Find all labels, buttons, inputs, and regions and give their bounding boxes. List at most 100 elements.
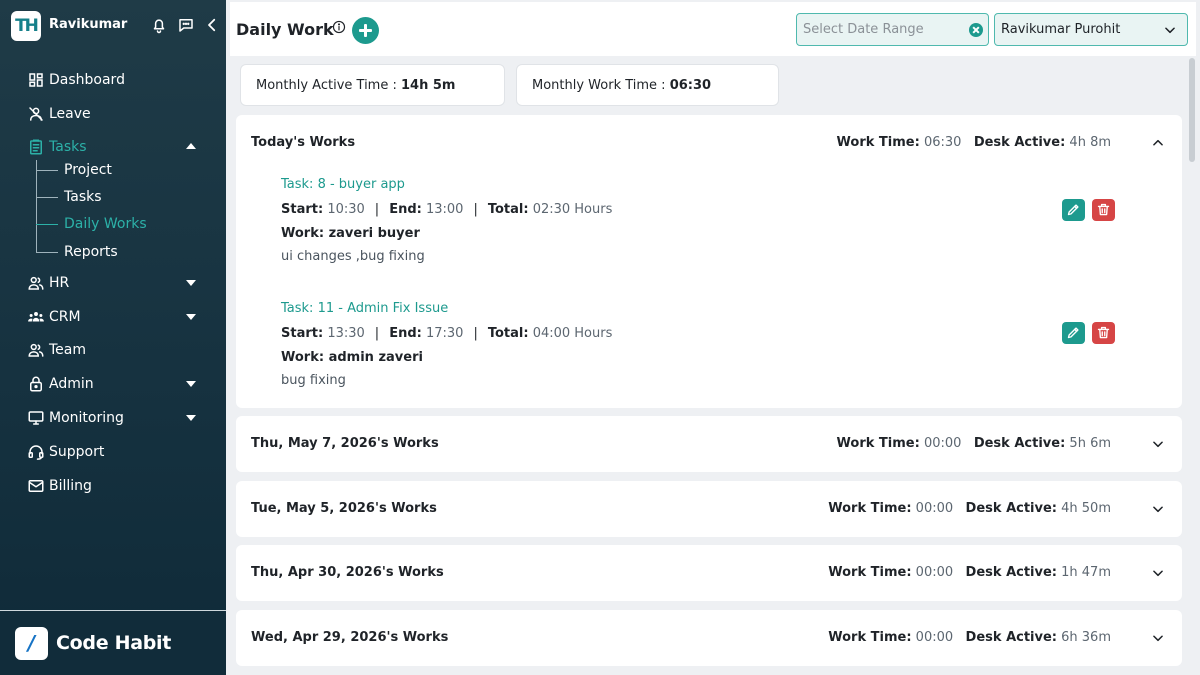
submenu-item-label: Reports <box>64 244 118 260</box>
sidebar-item-team[interactable]: Team <box>0 337 226 363</box>
delete-task-button[interactable] <box>1092 322 1115 344</box>
add-work-button[interactable] <box>352 17 379 44</box>
sidebar-item-dashboard[interactable]: Dashboard <box>0 67 226 93</box>
sidebar-item-billing[interactable]: Billing <box>0 473 226 499</box>
page-header: Daily Work Ravikumar Purohit <box>230 2 1196 56</box>
day-works-card[interactable]: Wed, Apr 29, 2026's Works Work Time: 00:… <box>236 610 1182 666</box>
leave-icon <box>27 105 45 123</box>
clear-date-icon[interactable] <box>969 23 983 37</box>
edit-task-button[interactable] <box>1062 322 1085 344</box>
day-works-summary: Work Time: 00:00 Desk Active: 1h 47m <box>828 565 1111 580</box>
trash-icon <box>1097 326 1110 339</box>
submenu-item-reports[interactable]: Reports <box>36 242 216 262</box>
sidebar-item-leave[interactable]: Leave <box>0 101 226 127</box>
sidebar-item-label: CRM <box>49 309 81 325</box>
sidebar-item-label: Billing <box>49 478 92 494</box>
day-works-summary: Work Time: 00:00 Desk Active: 5h 6m <box>836 436 1111 451</box>
chevron-up-icon[interactable] <box>1151 136 1165 150</box>
sidebar-item-hr[interactable]: HR <box>0 270 226 296</box>
day-works-title: Tue, May 5, 2026's Works <box>251 501 437 516</box>
day-works-card[interactable]: Tue, May 5, 2026's Works Work Time: 00:0… <box>236 481 1182 537</box>
bell-icon[interactable] <box>150 16 168 34</box>
task-times: Start: 10:30 | End: 13:00 | Total: 02:30 Hou… <box>281 202 613 217</box>
submenu-item-label: Daily Works <box>64 216 147 232</box>
sidebar-item-monitoring[interactable]: Monitoring <box>0 405 226 431</box>
delete-task-button[interactable] <box>1092 199 1115 221</box>
caret-down-icon <box>186 280 196 286</box>
task-entry: Task: 8 - buyer app Start: 10:30 | End: 13… <box>281 177 1101 267</box>
chevron-down-icon[interactable] <box>1151 502 1165 516</box>
user-select-value: Ravikumar Purohit <box>1001 22 1121 37</box>
brand-logo-icon: / <box>15 627 48 660</box>
app-logo[interactable]: TH <box>11 11 41 41</box>
monthly-active-time-card: Monthly Active Time : 14h 5m <box>240 64 505 106</box>
chevron-down-icon[interactable] <box>1151 437 1165 451</box>
submenu-item-daily-works[interactable]: Daily Works <box>36 214 216 234</box>
sidebar-item-label: HR <box>49 275 70 291</box>
task-description: ui changes ,bug fixing <box>281 249 425 264</box>
monthly-work-time-card: Monthly Work Time : 06:30 <box>516 64 779 106</box>
edit-task-button[interactable] <box>1062 199 1085 221</box>
scrollbar-thumb[interactable] <box>1189 58 1195 162</box>
today-works-card: Today's Works Work Time: 06:30 Desk Acti… <box>236 115 1182 408</box>
day-works-title: Thu, May 7, 2026's Works <box>251 436 439 451</box>
team-icon <box>27 341 45 359</box>
sidebar-item-label: Admin <box>49 376 94 392</box>
date-range-picker[interactable] <box>796 13 989 46</box>
sidebar-header: TH Ravikumar <box>0 0 226 52</box>
task-work-title: Work: zaveri buyer <box>281 226 420 241</box>
day-works-summary: Work Time: 00:00 Desk Active: 4h 50m <box>828 501 1111 516</box>
work-time-value: 06:30 <box>923 135 962 150</box>
pencil-icon <box>1067 327 1079 339</box>
info-icon[interactable] <box>332 20 346 34</box>
logo-text: TH <box>15 16 39 36</box>
chevron-down-icon <box>1163 23 1177 37</box>
task-name-link[interactable]: Task: 8 - buyer app <box>281 177 405 192</box>
billing-icon <box>27 477 45 495</box>
day-works-card[interactable]: Thu, May 7, 2026's Works Work Time: 00:0… <box>236 416 1182 472</box>
caret-up-icon <box>186 143 196 149</box>
submenu-item-tasks[interactable]: Tasks <box>36 187 216 207</box>
sidebar-user-name: Ravikumar <box>49 17 128 32</box>
chevron-down-icon[interactable] <box>1151 566 1165 580</box>
sidebar-item-crm[interactable]: CRM <box>0 304 226 330</box>
content-scrollbar[interactable] <box>1188 58 1196 666</box>
sidebar: TH Ravikumar Dashboard Leave Tasks Proje… <box>0 0 226 675</box>
trash-icon <box>1097 203 1110 216</box>
day-works-title: Wed, Apr 29, 2026's Works <box>251 630 449 645</box>
dashboard-icon <box>27 71 45 89</box>
user-select[interactable]: Ravikumar Purohit <box>994 13 1188 46</box>
desk-active-value: 4h 8m <box>1069 135 1111 150</box>
sidebar-item-admin[interactable]: Admin <box>0 371 226 397</box>
sidebar-item-tasks[interactable]: Tasks <box>0 134 226 160</box>
monthly-active-value: 14h 5m <box>401 78 456 93</box>
crm-icon <box>27 308 45 326</box>
caret-down-icon <box>186 415 196 421</box>
main-content: Daily Work Ravikumar Purohit Monthly Act… <box>226 0 1200 675</box>
admin-lock-icon <box>27 375 45 393</box>
submenu-item-label: Tasks <box>64 189 102 205</box>
sidebar-footer: / Code Habit <box>0 610 226 675</box>
caret-down-icon <box>186 381 196 387</box>
brand-logo-text: / <box>27 631 36 655</box>
sidebar-item-support[interactable]: Support <box>0 439 226 465</box>
sidebar-item-label: Tasks <box>49 139 87 155</box>
tasks-icon <box>27 138 45 156</box>
submenu-item-project[interactable]: Project <box>36 160 216 180</box>
date-range-input[interactable] <box>803 20 963 38</box>
chat-icon[interactable] <box>177 16 195 34</box>
chevron-down-icon[interactable] <box>1151 631 1165 645</box>
task-work-title: Work: admin zaveri <box>281 350 423 365</box>
task-times: Start: 13:30 | End: 17:30 | Total: 04:00 Hou… <box>281 326 613 341</box>
monthly-work-label: Monthly Work Time : <box>532 78 670 93</box>
page-title: Daily Work <box>236 20 334 39</box>
sidebar-item-label: Team <box>49 342 87 358</box>
task-entry: Task: 11 - Admin Fix Issue Start: 13:30 |… <box>281 301 1101 391</box>
caret-down-icon <box>186 314 196 320</box>
collapse-sidebar-icon[interactable] <box>203 16 221 34</box>
monitor-icon <box>27 409 45 427</box>
task-name-link[interactable]: Task: 11 - Admin Fix Issue <box>281 301 448 316</box>
day-works-card[interactable]: Thu, Apr 30, 2026's Works Work Time: 00:… <box>236 545 1182 601</box>
hr-icon <box>27 274 45 292</box>
day-works-title: Thu, Apr 30, 2026's Works <box>251 565 444 580</box>
